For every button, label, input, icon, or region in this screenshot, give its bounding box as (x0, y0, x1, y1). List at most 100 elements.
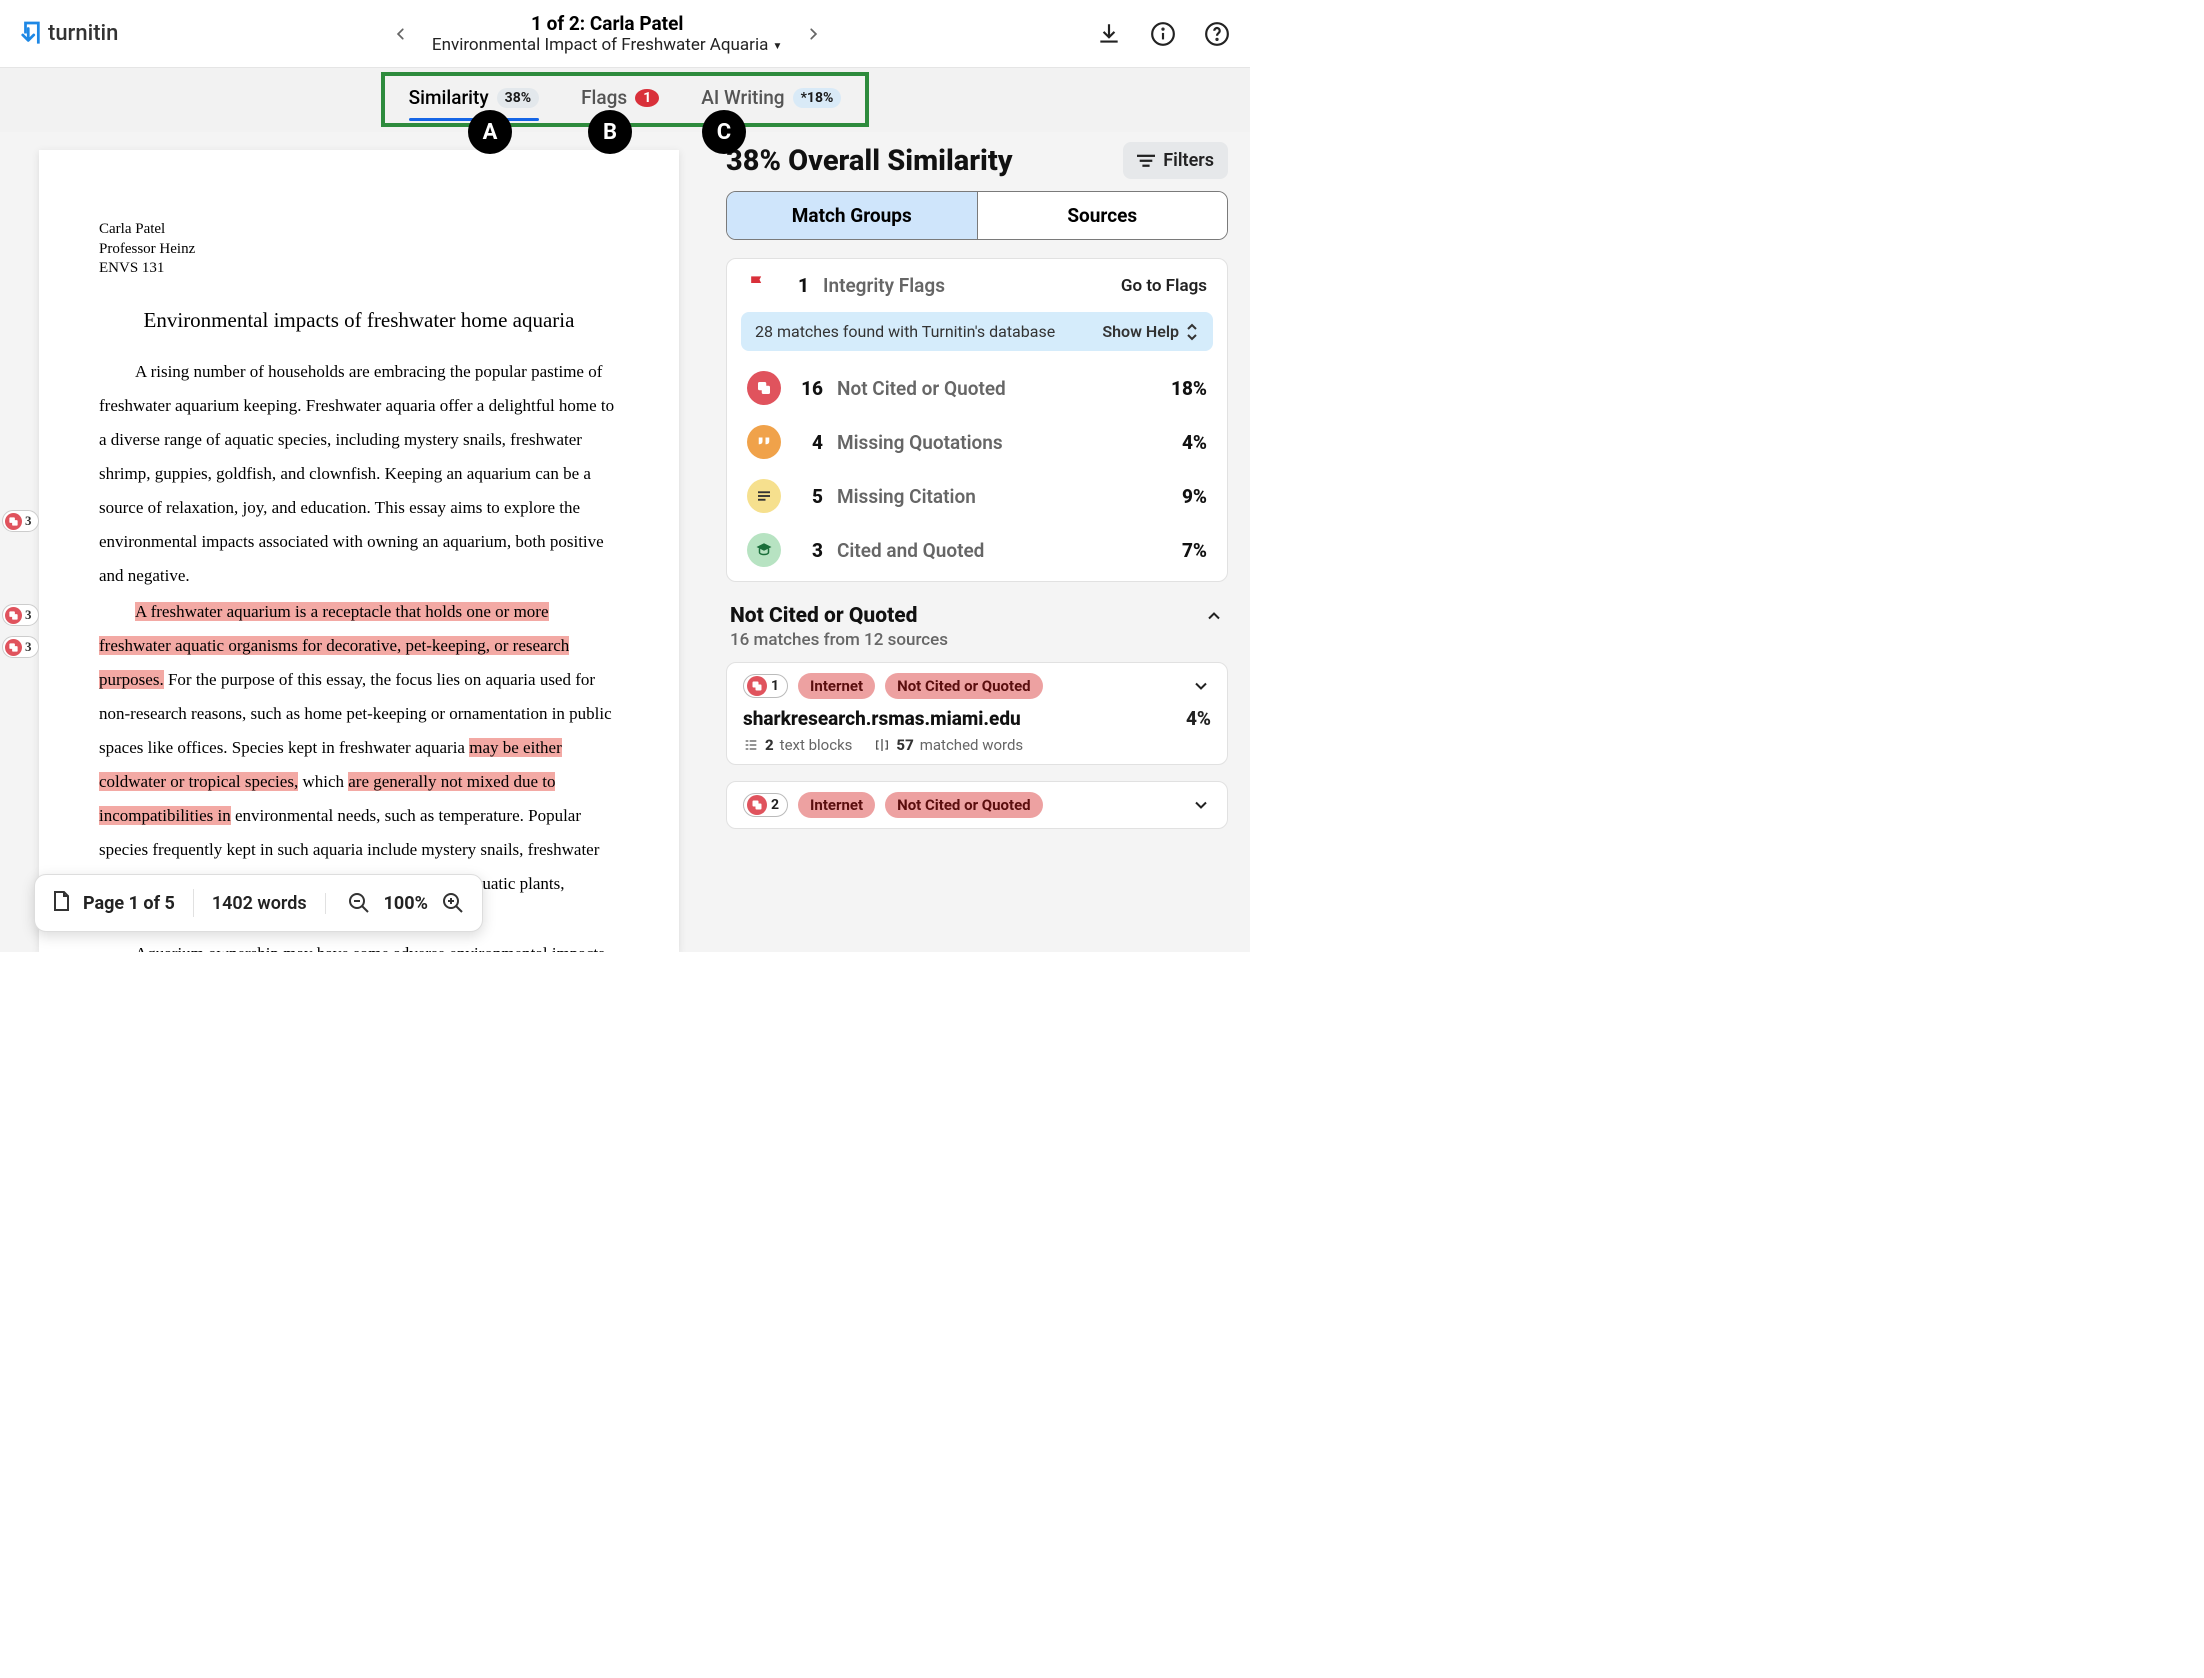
match-card-1[interactable]: 1 Internet Not Cited or Quoted sharkrese… (726, 662, 1228, 765)
overall-similarity-title: 38% Overall Similarity (726, 144, 1013, 178)
help-banner: 28 matches found with Turnitin's databas… (741, 312, 1213, 351)
page-indicator[interactable]: Page 1 of 5 (49, 889, 194, 917)
match-marker-3[interactable]: 3 (2, 636, 39, 658)
tab-similarity-label: Similarity (409, 86, 489, 109)
download-button[interactable] (1096, 21, 1122, 47)
viewer-toolbar: Page 1 of 5 1402 words 100% (34, 874, 483, 932)
filters-button[interactable]: Filters (1123, 142, 1228, 179)
overlap-icon (5, 607, 22, 624)
next-submission-button[interactable] (795, 16, 831, 52)
tab-ai-value: *18% (793, 88, 842, 108)
paragraph-1: A rising number of households are embrac… (99, 355, 619, 593)
filters-label: Filters (1163, 150, 1214, 171)
prev-submission-button[interactable] (383, 16, 419, 52)
match-percent: 4% (1186, 707, 1211, 730)
submission-nav: 1 of 2: Carla Patel Environmental Impact… (118, 12, 1096, 55)
zoom-out-button[interactable] (344, 888, 374, 918)
chevron-down-icon (1191, 795, 1211, 815)
submission-title-block: 1 of 2: Carla Patel Environmental Impact… (427, 12, 787, 55)
chevron-up-icon (1204, 606, 1224, 626)
zoom-level: 100% (384, 893, 428, 914)
submission-subtitle[interactable]: Environmental Impact of Freshwater Aquar… (432, 35, 783, 55)
overlap-icon (747, 676, 767, 696)
top-bar: turnitin 1 of 2: Carla Patel Environment… (0, 0, 1250, 68)
tab-flags[interactable]: Flags 1 (581, 86, 659, 109)
group-missing-citation[interactable]: 5 Missing Citation 9% (727, 469, 1227, 523)
expand-icon (1185, 323, 1199, 341)
tag-internet: Internet (798, 792, 875, 818)
quote-icon (747, 425, 781, 459)
help-text: 28 matches found with Turnitin's databas… (755, 322, 1055, 341)
tab-ai-label: AI Writing (701, 86, 784, 109)
page-label: Page 1 of 5 (83, 893, 175, 914)
document-viewer: Carla Patel Professor Heinz ENVS 131 Env… (0, 132, 718, 952)
similarity-panel: 38% Overall Similarity Filters Match Gro… (718, 132, 1250, 952)
summary-card: 1 Integrity Flags Go to Flags 28 matches… (726, 258, 1228, 582)
grad-cap-icon (747, 533, 781, 567)
match-card-header: 1 Internet Not Cited or Quoted (743, 673, 1211, 699)
group-cited-quoted[interactable]: 3 Cited and Quoted 7% (727, 523, 1227, 577)
tag-not-cited: Not Cited or Quoted (885, 792, 1043, 818)
overlap-icon (747, 795, 767, 815)
match-number-pill: 1 (743, 674, 788, 698)
integrity-count: 1 (781, 274, 809, 297)
word-count: 1402 words (212, 893, 326, 914)
overlap-icon (5, 639, 22, 656)
match-meta-row: 2text blocks 57matched words (743, 736, 1211, 754)
group-missing-quotations[interactable]: 4 Missing Quotations 4% (727, 415, 1227, 469)
callout-c: C (702, 110, 746, 154)
tag-internet: Internet (798, 673, 875, 699)
subtitle-caret-icon: ▼ (773, 41, 783, 52)
top-actions (1096, 21, 1230, 47)
document-page: Carla Patel Professor Heinz ENVS 131 Env… (39, 150, 679, 952)
integrity-flags-row: 1 Integrity Flags Go to Flags (727, 263, 1227, 308)
meta-course: ENVS 131 (99, 259, 619, 279)
callout-b: B (588, 110, 632, 154)
seg-sources[interactable]: Sources (978, 192, 1228, 239)
match-source-url: sharkresearch.rsmas.miami.edu (743, 707, 1021, 730)
info-button[interactable] (1150, 21, 1176, 47)
view-segmented-control: Match Groups Sources (726, 191, 1228, 240)
section-not-cited-header[interactable]: Not Cited or Quoted (726, 604, 1228, 630)
go-to-flags-link[interactable]: Go to Flags (1121, 276, 1207, 296)
overlap-icon (5, 513, 22, 530)
mirror-icon (874, 737, 890, 753)
integrity-label: Integrity Flags (823, 274, 1107, 297)
flag-icon (747, 273, 767, 298)
document-meta: Carla Patel Professor Heinz ENVS 131 (99, 220, 619, 279)
group-not-cited[interactable]: 16 Not Cited or Quoted 18% (727, 361, 1227, 415)
text-blocks-stat: 2text blocks (743, 736, 852, 754)
match-marker-2[interactable]: 3 (2, 604, 39, 626)
submission-counter: 1 of 2: Carla Patel (531, 12, 683, 35)
filter-icon (1137, 154, 1155, 168)
tab-ai-writing[interactable]: AI Writing *18% (701, 86, 841, 109)
overlap-icon (747, 371, 781, 405)
matched-words-stat: 57matched words (874, 736, 1023, 754)
tab-similarity-value: 38% (497, 88, 539, 108)
callout-a: A (468, 110, 512, 154)
turnitin-icon (20, 20, 42, 48)
section-title: Not Cited or Quoted (730, 604, 917, 628)
panel-header: 38% Overall Similarity Filters (726, 142, 1228, 179)
blocks-icon (743, 737, 759, 753)
show-help-button[interactable]: Show Help (1102, 322, 1199, 341)
submission-subtitle-text: Environmental Impact of Freshwater Aquar… (432, 35, 768, 55)
zoom-controls: 100% (344, 888, 468, 918)
word-count-text: 1402 words (212, 893, 307, 914)
match-card-2[interactable]: 2 Internet Not Cited or Quoted (726, 781, 1228, 829)
meta-professor: Professor Heinz (99, 240, 619, 260)
meta-author: Carla Patel (99, 220, 619, 240)
section-subtitle: 16 matches from 12 sources (726, 630, 1228, 650)
match-number-pill: 2 (743, 793, 788, 817)
brand-text: turnitin (48, 21, 118, 46)
brand-logo: turnitin (20, 20, 118, 48)
main-split: Carla Patel Professor Heinz ENVS 131 Env… (0, 132, 1250, 952)
document-title: Environmental impacts of freshwater home… (99, 299, 619, 341)
lines-icon (747, 479, 781, 513)
tag-not-cited: Not Cited or Quoted (885, 673, 1043, 699)
match-marker-1[interactable]: 3 (2, 510, 39, 532)
help-button[interactable] (1204, 21, 1230, 47)
tab-similarity[interactable]: Similarity 38% (409, 86, 539, 109)
zoom-in-button[interactable] (438, 888, 468, 918)
seg-match-groups[interactable]: Match Groups (727, 192, 978, 239)
